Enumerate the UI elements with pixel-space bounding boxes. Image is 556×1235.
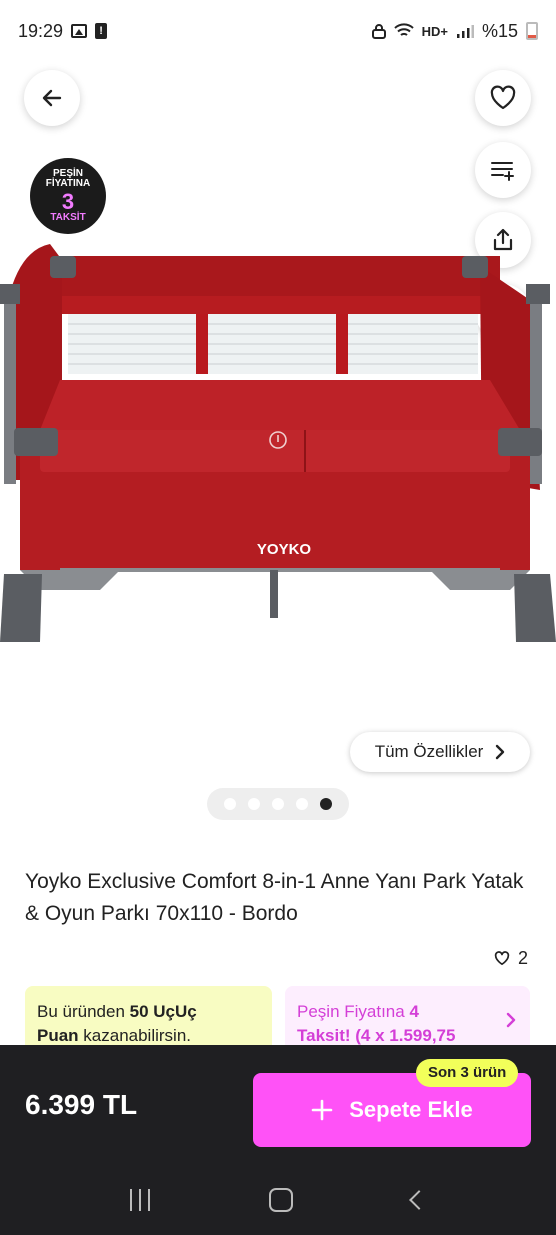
product-title: Yoyko Exclusive Comfort 8-in-1 Anne Yanı…: [25, 870, 524, 925]
battery-percent: %15: [481, 20, 518, 41]
product-image[interactable]: YOYKO: [0, 240, 556, 650]
status-time: 19:29: [18, 20, 64, 41]
product-gallery[interactable]: PEŞİN FİYATINA 3 TAKSİT YOYKO Tüm Özelli…: [0, 62, 556, 772]
gallery-notification-icon: [71, 24, 88, 38]
points-text-after: kazanabilirsin.: [78, 1026, 192, 1045]
installment-text: Peşin Fiyatına: [297, 1002, 410, 1021]
pagination-dot[interactable]: [296, 798, 308, 810]
bottom-action-bar: 6.399 TL Sepete Ekle Son 3 ürün: [0, 1045, 556, 1235]
status-left: 19:29 !: [18, 20, 108, 42]
installment-badge: PEŞİN FİYATINA 3 TAKSİT: [30, 158, 106, 234]
add-to-cart-label: Sepete Ekle: [349, 1097, 473, 1122]
signal-icon: [456, 23, 474, 39]
system-nav-bar: [0, 1165, 556, 1235]
chevron-right-icon: [506, 1012, 516, 1028]
points-unit: Puan: [37, 1026, 79, 1045]
stock-badge: Son 3 ürün: [416, 1059, 519, 1087]
recent-apps-icon[interactable]: [129, 1189, 150, 1211]
network-type-label: HD+: [421, 23, 448, 39]
chevron-right-icon: [496, 744, 505, 760]
installment-count: 4: [409, 1002, 419, 1021]
points-amount: 50 UçUç: [129, 1002, 197, 1021]
arrow-left-icon: [42, 89, 62, 107]
battery-icon: [526, 22, 538, 40]
pagination-dot[interactable]: [272, 798, 284, 810]
badge-number: 3: [61, 188, 75, 214]
pagination-dot[interactable]: [248, 798, 260, 810]
heart-icon: [490, 85, 516, 110]
wifi-icon: [393, 23, 414, 39]
pagination-dot[interactable]: [224, 798, 236, 810]
add-to-list-button[interactable]: [475, 142, 531, 198]
status-bar: 19:29 ! HD+ %15: [0, 0, 556, 62]
product-price: 6.399 TL: [25, 1089, 138, 1120]
status-right: HD+ %15: [371, 20, 538, 42]
lock-icon: [371, 23, 386, 39]
points-text-before: Bu üründen: [37, 1002, 130, 1021]
favorite-count-value: 2: [518, 948, 529, 968]
back-nav-icon[interactable]: [409, 1190, 430, 1210]
plus-icon: [311, 1099, 333, 1121]
home-icon[interactable]: [268, 1188, 293, 1212]
installment-taksit: Taksit!: [297, 1026, 351, 1045]
badge-line3: TAKSİT: [50, 211, 86, 223]
product-brand-logo: YOYKO: [257, 541, 312, 558]
back-button[interactable]: [24, 70, 80, 126]
all-features-button[interactable]: Tüm Özellikler: [350, 732, 530, 772]
gallery-pagination[interactable]: [207, 788, 349, 820]
list-add-icon: [491, 162, 514, 181]
installment-detail: (4 x 1.599,75: [350, 1026, 456, 1045]
alert-notification-icon: !: [95, 23, 108, 39]
all-features-label: Tüm Özellikler: [374, 742, 484, 761]
pagination-dot-active[interactable]: [320, 798, 332, 810]
favorite-count[interactable]: 2: [494, 948, 528, 969]
heart-small-icon: [494, 951, 510, 966]
favorite-button[interactable]: [475, 70, 531, 126]
